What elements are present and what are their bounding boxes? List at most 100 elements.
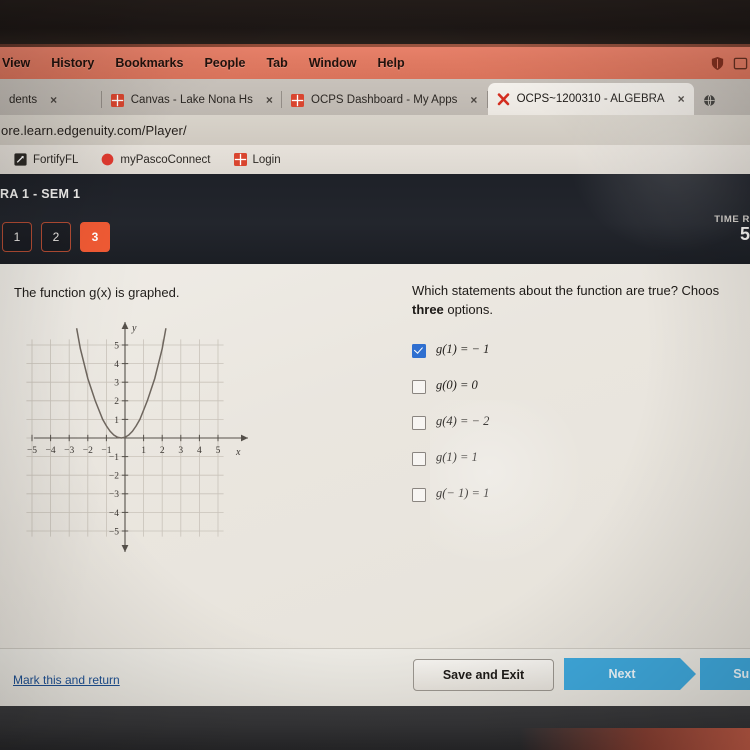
globe-icon <box>703 93 715 107</box>
answer-option-5[interactable]: g(− 1) = 1 <box>412 486 750 502</box>
menu-item-history[interactable]: History <box>51 56 94 70</box>
answer-option-2-label: g(0) = 0 <box>436 377 478 392</box>
screen-bezel-top <box>0 0 750 47</box>
ocps-grid-icon <box>291 93 305 107</box>
player-footer: Mark this and return Save and Exit Next … <box>0 648 750 707</box>
x-tick-label: −3 <box>64 446 74 456</box>
question-stem-text: The function g(x) is graphed. <box>14 285 180 300</box>
y-tick-label: −4 <box>109 509 119 519</box>
next-button[interactable]: Next <box>564 658 696 690</box>
bookmark-label: myPascoConnect <box>120 153 211 166</box>
question-button-1[interactable]: 1 <box>2 222 32 252</box>
fortifyfl-icon <box>14 153 27 166</box>
y-axis-arrow <box>121 322 129 329</box>
bezel-reflection <box>520 728 750 750</box>
canvas-grid-icon <box>110 93 124 107</box>
edgenuity-app-header: RA 1 - SEM 1 1 2 3 TIME R 5 <box>0 174 750 264</box>
screen-bezel-bottom <box>0 706 750 750</box>
question-button-2[interactable]: 2 <box>41 222 71 252</box>
tab-close-icon[interactable]: × <box>50 93 57 107</box>
submit-button[interactable]: Sub <box>700 658 750 690</box>
question-prompt: Which statements about the function are … <box>412 282 750 320</box>
mark-this-and-return-link[interactable]: Mark this and return <box>13 673 120 687</box>
question-stem: The function g(x) is graphed. <box>14 285 179 300</box>
checkbox-option-4[interactable] <box>412 451 426 466</box>
mypascoconnect-icon <box>102 153 114 166</box>
menu-item-people[interactable]: People <box>204 56 245 70</box>
checkbox-option-3[interactable] <box>412 415 426 430</box>
menu-item-view[interactable]: View <box>2 56 30 70</box>
menu-item-window[interactable]: Window <box>309 56 357 70</box>
y-axis-arrow-down <box>121 545 129 552</box>
shield-icon[interactable] <box>710 56 725 71</box>
x-tick-label: −5 <box>27 446 37 456</box>
graph-tick-labels: −5 −4 −3 −2 −1 1 2 3 4 554321−1−2−3−4−5 <box>27 341 221 537</box>
tab-close-icon[interactable]: × <box>266 93 273 107</box>
question-number-nav: 1 2 3 <box>2 222 110 252</box>
x-tick-label: 5 <box>216 446 221 456</box>
x-tick-label: 1 <box>141 446 146 456</box>
answer-options-list: g(1) = − 1 g(0) = 0 g(4) = − 2 g(1) = 1 … <box>412 342 750 502</box>
red-x-icon <box>497 92 509 105</box>
answer-option-3-label: g(4) = − 2 <box>436 413 490 428</box>
browser-bookmarks-bar: FortifyFL myPascoConnect Login <box>0 145 750 174</box>
x-tick-label: 3 <box>178 446 183 456</box>
browser-tab-next[interactable] <box>694 85 750 115</box>
prompt-bold-three: three <box>412 301 444 317</box>
prompt-part-2: options. <box>443 301 493 317</box>
checkbox-option-2[interactable] <box>412 379 426 394</box>
browser-tab-strip: dents × Canvas - Lake Nona Hs × OCPS Das… <box>0 79 750 115</box>
login-grid-icon <box>233 153 247 166</box>
screenshot-icon[interactable] <box>733 56 748 71</box>
bookmark-fortifyfl[interactable]: FortifyFL <box>0 153 87 166</box>
bookmark-login[interactable]: Login <box>225 153 290 166</box>
x-tick-label: −4 <box>46 446 56 456</box>
course-title: RA 1 - SEM 1 <box>0 187 81 201</box>
time-remaining-value: 5 <box>739 224 750 244</box>
menu-item-bookmarks[interactable]: Bookmarks <box>115 56 183 70</box>
address-bar-url[interactable]: ore.learn.edgenuity.com/Player/ <box>0 123 187 138</box>
checkbox-option-5[interactable] <box>412 487 426 502</box>
browser-tab-ocps-dashboard[interactable]: OCPS Dashboard - My Apps × <box>282 85 488 115</box>
y-tick-label: 1 <box>114 416 119 426</box>
tab-title: OCPS~1200310 - ALGEBRA <box>516 93 665 105</box>
x-tick-label: −2 <box>83 446 93 456</box>
save-and-exit-button[interactable]: Save and Exit <box>413 659 554 691</box>
y-tick-label: 4 <box>114 360 119 370</box>
browser-tab-algebra-active[interactable]: OCPS~1200310 - ALGEBRA × <box>487 83 694 115</box>
checkbox-option-1[interactable] <box>412 343 426 358</box>
answer-option-2[interactable]: g(0) = 0 <box>412 378 750 394</box>
graph-axes <box>34 322 248 552</box>
y-tick-label: 3 <box>114 379 119 389</box>
browser-address-bar[interactable]: ore.learn.edgenuity.com/Player/ <box>0 115 750 145</box>
answer-option-1[interactable]: g(1) = − 1 <box>412 342 750 358</box>
y-tick-label: −2 <box>109 472 119 482</box>
answer-option-4[interactable]: g(1) = 1 <box>412 450 750 466</box>
browser-tab-canvas[interactable]: Canvas - Lake Nona Hs × <box>102 85 283 115</box>
answer-panel: Which statements about the function are … <box>412 282 750 522</box>
bookmark-label: Login <box>252 153 281 166</box>
tab-close-icon[interactable]: × <box>678 92 685 106</box>
tab-close-icon[interactable]: × <box>470 93 477 107</box>
x-axis-label: x <box>235 447 241 458</box>
x-axis-arrow <box>241 434 248 442</box>
bookmark-label: FortifyFL <box>33 153 79 166</box>
answer-option-3[interactable]: g(4) = − 2 <box>412 414 750 430</box>
menu-bar-status-icons <box>710 47 750 79</box>
y-tick-label: −5 <box>109 527 119 537</box>
bookmark-mypascoconnect[interactable]: myPascoConnect <box>92 153 219 166</box>
browser-tab-students[interactable]: dents × <box>0 85 102 115</box>
photo-of-laptop-screen: View History Bookmarks People Tab Window… <box>0 0 750 750</box>
prompt-part-1: Which statements about the function are … <box>412 283 720 298</box>
tab-title: dents <box>9 94 38 106</box>
y-axis-label: y <box>131 323 137 334</box>
function-graph: −5 −4 −3 −2 −1 1 2 3 4 554321−1−2−3−4−5 y x <box>26 322 248 552</box>
x-tick-label: 4 <box>197 446 202 456</box>
answer-option-5-label: g(− 1) = 1 <box>436 485 490 500</box>
menu-item-help[interactable]: Help <box>378 56 405 70</box>
question-content-area: The function g(x) is graphed. −5 −4 −3 −2 −1… <box>0 264 750 648</box>
answer-option-4-label: g(1) = 1 <box>436 449 478 464</box>
tab-title: OCPS Dashboard - My Apps <box>311 94 458 106</box>
menu-item-tab[interactable]: Tab <box>266 56 287 70</box>
question-button-3[interactable]: 3 <box>80 222 110 252</box>
